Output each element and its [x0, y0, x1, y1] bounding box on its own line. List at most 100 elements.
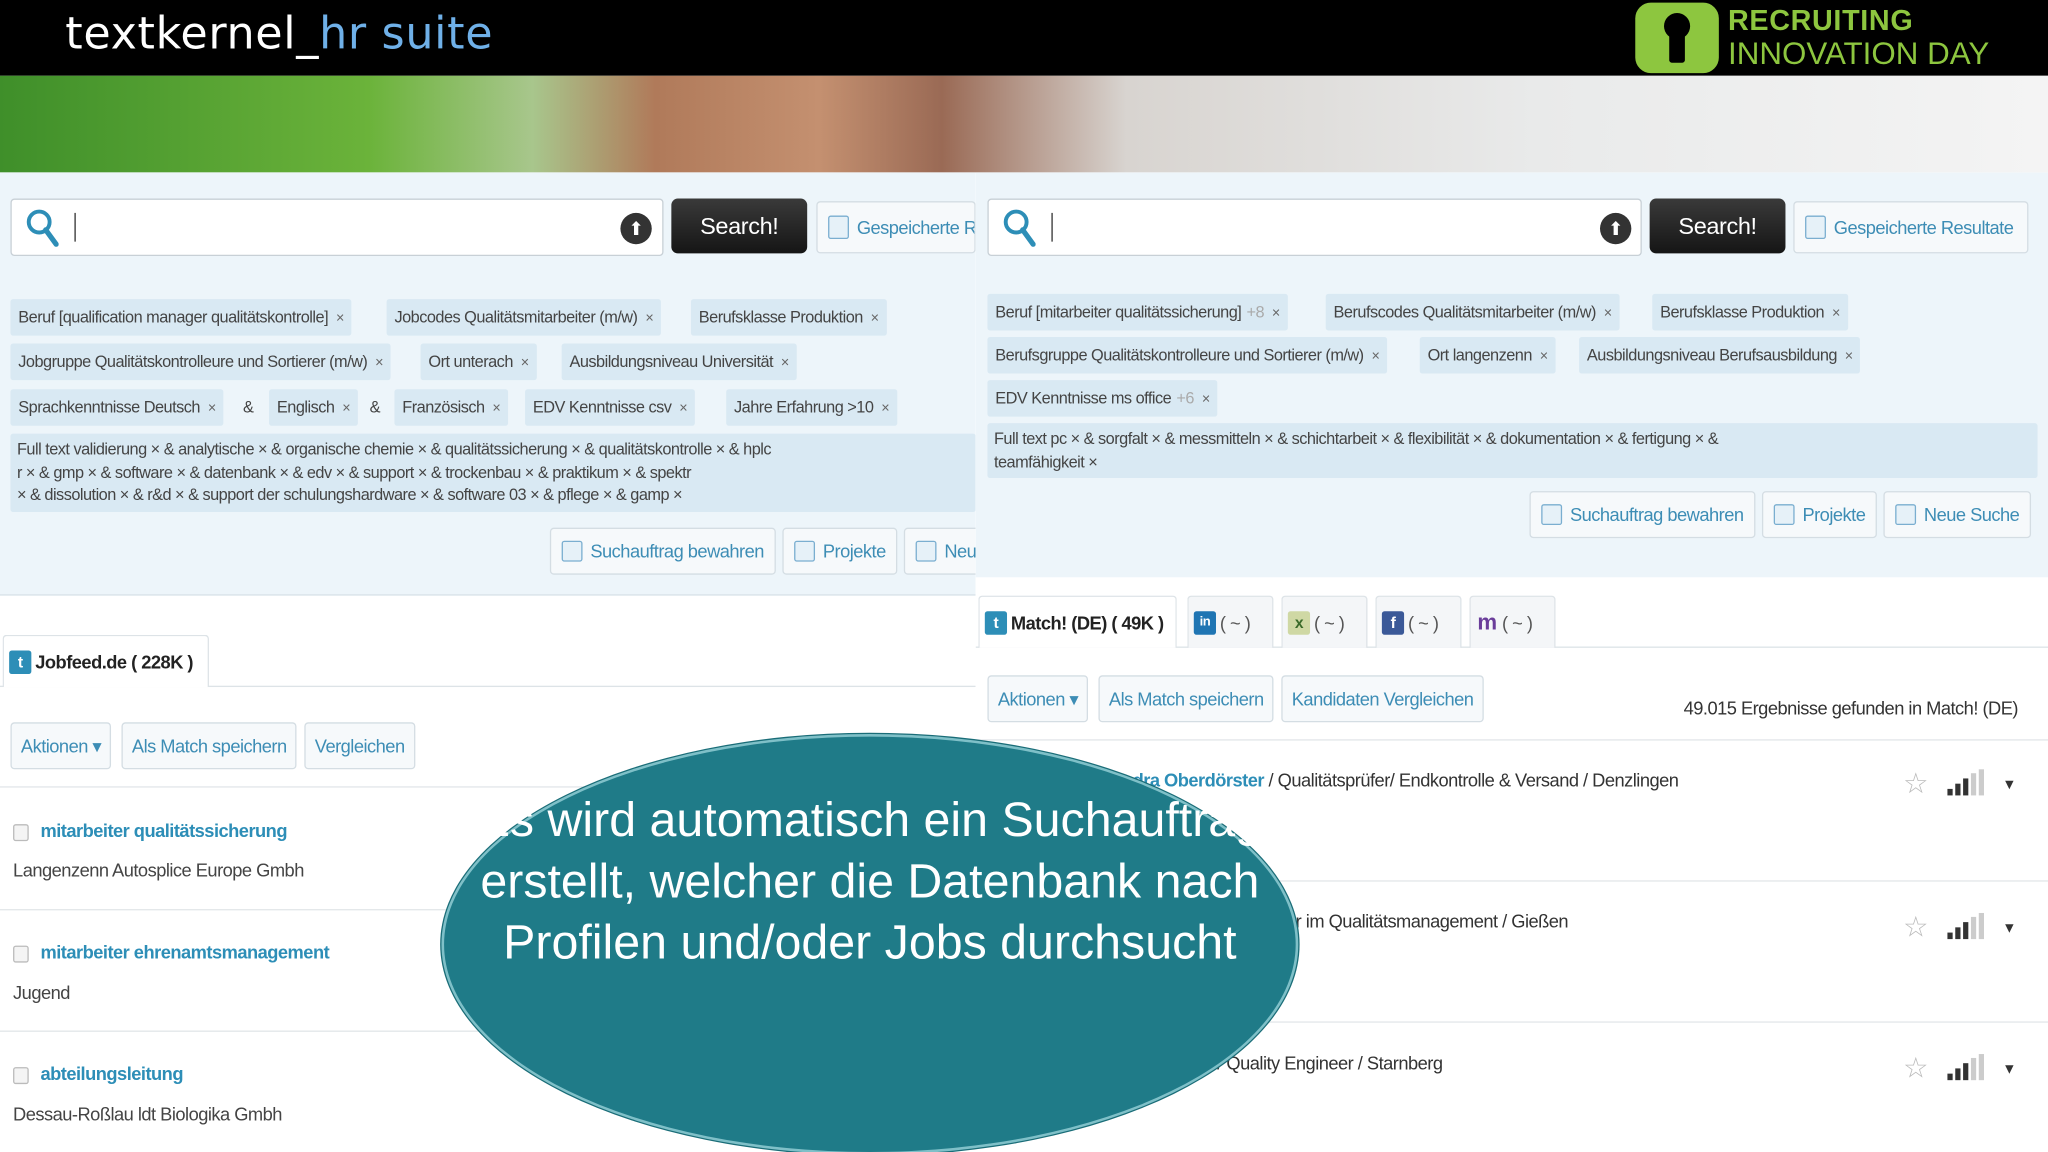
remove-icon[interactable]: ×	[1272, 306, 1280, 322]
new-search-button[interactable]: Neue Suche	[1883, 491, 2032, 539]
search-icon	[1003, 209, 1036, 247]
compare-button[interactable]: Vergleichen	[304, 722, 416, 770]
remove-icon[interactable]: ×	[1604, 306, 1612, 322]
remove-icon[interactable]: ×	[881, 401, 889, 417]
star-icon[interactable]: ☆	[1903, 910, 1929, 944]
save-search-button[interactable]: Suchauftrag bewahren	[549, 527, 776, 575]
chevron-down-icon[interactable]: ▼	[2002, 1062, 2016, 1078]
result-title[interactable]: mitarbeiter qualitätssicherung	[40, 820, 287, 841]
filter-tag-berufsklasse[interactable]: Berufsklasse Produktion ×	[1652, 293, 1848, 331]
filter-tag-ort[interactable]: Ort langenzenn ×	[1419, 336, 1556, 374]
filter-tag-berufsklasse[interactable]: Berufsklasse Produktion ×	[690, 299, 887, 336]
save-search-button[interactable]: Suchauftrag bewahren	[1529, 491, 1756, 539]
tag-label: Berufsgruppe Qualitätskontrolleure und S…	[995, 346, 1364, 365]
filter-tag-berufscodes[interactable]: Berufscodes Qualitätsmitarbeiter (m/w) ×	[1325, 293, 1620, 331]
candidate-line[interactable]: / Quality Engineer / Starnberg	[1217, 1053, 1443, 1074]
fulltext-line: teamfähigkeit ×	[993, 452, 1098, 471]
folder-icon	[1773, 504, 1795, 526]
remove-icon[interactable]: ×	[336, 311, 344, 327]
remove-icon[interactable]: ×	[645, 311, 653, 327]
filter-tag-edv[interactable]: EDV Kenntnisse ms office +6 ×	[987, 380, 1218, 417]
row-checkbox[interactable]	[13, 945, 29, 963]
tab-facebook[interactable]: f( ~ )	[1375, 595, 1462, 648]
source-tabs: t Match! (DE) ( 49K ) in( ~ ) x( ~ ) f( ~…	[975, 595, 2048, 648]
remove-icon[interactable]: ×	[679, 401, 687, 417]
compare-candidates-button[interactable]: Kandidaten Vergleichen	[1281, 675, 1484, 723]
tag-label: Berufsklasse Produktion	[1660, 303, 1825, 322]
result-title[interactable]: abteilungsleitung	[40, 1063, 183, 1084]
monster-icon: m	[1477, 609, 1497, 635]
event-logo-line2: INNOVATION DAY	[1727, 36, 1990, 72]
chevron-down-icon[interactable]: ▼	[2002, 921, 2016, 937]
remove-icon[interactable]: ×	[1540, 349, 1548, 365]
filter-tag-erfahrung[interactable]: Jahre Erfahrung >10 ×	[726, 389, 897, 426]
tab-match-de[interactable]: t Match! (DE) ( 49K )	[978, 595, 1177, 648]
filter-tag-englisch[interactable]: Englisch ×	[269, 389, 358, 426]
star-icon[interactable]: ☆	[1903, 1051, 1929, 1085]
upload-icon[interactable]: ⬆	[1599, 212, 1632, 245]
saved-results-label: Gespeicherte Resultate	[1833, 216, 2014, 238]
projects-button[interactable]: Projekte	[1761, 491, 1878, 539]
tag-label: Ort unterach	[428, 352, 513, 371]
search-button[interactable]: Search!	[1649, 198, 1786, 254]
remove-icon[interactable]: ×	[871, 311, 879, 327]
save-match-button[interactable]: Als Match speichern	[121, 722, 298, 770]
top-bar: textkernel_hr suite RECRUITING INNOVATIO…	[0, 0, 2048, 76]
tab-xing[interactable]: x( ~ )	[1281, 595, 1368, 648]
saved-results-button[interactable]: Gespeicherte R	[816, 201, 976, 254]
search-button[interactable]: Search!	[671, 198, 808, 254]
row-checkbox[interactable]	[13, 824, 29, 842]
upload-icon[interactable]: ⬆	[620, 212, 652, 245]
actions-dropdown[interactable]: Aktionen ▾	[987, 675, 1089, 723]
keyhole-logo-icon	[1635, 2, 1719, 74]
chevron-down-icon[interactable]: ▼	[2002, 777, 2016, 793]
remove-icon[interactable]: ×	[1832, 306, 1840, 322]
filter-tag-ausbildungsniveau[interactable]: Ausbildungsniveau Berufsausbildung ×	[1579, 336, 1861, 374]
filter-tag-jobcodes[interactable]: Jobcodes Qualitätsmitarbeiter (m/w) ×	[386, 299, 662, 336]
result-title[interactable]: mitarbeiter ehrenamtsmanagement	[40, 942, 329, 963]
fulltext-filter[interactable]: Full text validierung × & analytische × …	[10, 433, 976, 512]
filter-tag-ausbildungsniveau[interactable]: Ausbildungsniveau Universität ×	[561, 343, 797, 381]
filter-tag-berufsgruppe[interactable]: Berufsgruppe Qualitätskontrolleure und S…	[987, 336, 1388, 374]
actions-dropdown[interactable]: Aktionen ▾	[10, 722, 112, 770]
filter-tag-franzoesisch[interactable]: Französisch ×	[394, 389, 509, 426]
tag-label: Französisch	[402, 398, 485, 417]
remove-icon[interactable]: ×	[521, 355, 529, 371]
search-input[interactable]: ⬆	[10, 198, 664, 256]
remove-icon[interactable]: ×	[492, 401, 500, 417]
header-banner	[0, 75, 2048, 173]
star-icon[interactable]: ☆	[1903, 767, 1929, 801]
document-icon	[828, 215, 849, 240]
amp-separator: &	[369, 398, 381, 417]
remove-icon[interactable]: ×	[1371, 349, 1379, 365]
remove-icon[interactable]: ×	[1845, 349, 1853, 365]
search-icon	[26, 209, 59, 247]
remove-icon[interactable]: ×	[375, 355, 383, 371]
tab-jobfeed[interactable]: t Jobfeed.de ( 228K )	[2, 634, 209, 688]
remove-icon[interactable]: ×	[208, 401, 216, 417]
filter-tag-jobgruppe[interactable]: Jobgruppe Qualitätskontrolleure und Sort…	[10, 343, 391, 381]
candidate-line[interactable]: r im Qualitätsmanagement / Gießen	[1296, 910, 1569, 931]
candidate-line[interactable]: ndra Oberdörster / Qualitätsprüfer/ Endk…	[1122, 769, 1679, 790]
new-search-label: Neue Suche	[1923, 504, 2020, 526]
tag-label: Berufsklasse Produktion	[698, 308, 864, 327]
saved-results-button[interactable]: Gespeicherte Resultate	[1793, 201, 2029, 254]
new-search-button[interactable]: Neu	[903, 527, 976, 575]
filter-tag-edv[interactable]: EDV Kenntnisse csv ×	[525, 389, 695, 426]
filter-tag-beruf[interactable]: Beruf [mitarbeiter qualitätssicherung] +8…	[987, 293, 1288, 331]
row-checkbox[interactable]	[13, 1067, 29, 1085]
save-match-button[interactable]: Als Match speichern	[1098, 675, 1275, 723]
tab-linkedin[interactable]: in( ~ )	[1187, 595, 1274, 648]
filter-tag-ort[interactable]: Ort unterach ×	[420, 343, 537, 381]
tab-label: Jobfeed.de ( 228K )	[35, 651, 193, 673]
filter-tag-beruf[interactable]: Beruf [qualification manager qualitätsko…	[10, 299, 352, 336]
search-input[interactable]: ⬆	[987, 198, 1642, 256]
saved-results-label: Gespeicherte R	[856, 216, 976, 238]
remove-icon[interactable]: ×	[781, 355, 789, 371]
projects-button[interactable]: Projekte	[782, 527, 898, 575]
filter-tag-sprachkenntnisse[interactable]: Sprachkenntnisse Deutsch ×	[10, 389, 224, 426]
remove-icon[interactable]: ×	[342, 401, 350, 417]
tab-monster[interactable]: m( ~ )	[1469, 595, 1556, 648]
fulltext-filter[interactable]: Full text pc × & sorgfalt × & messmittel…	[987, 423, 2038, 479]
remove-icon[interactable]: ×	[1202, 392, 1210, 408]
